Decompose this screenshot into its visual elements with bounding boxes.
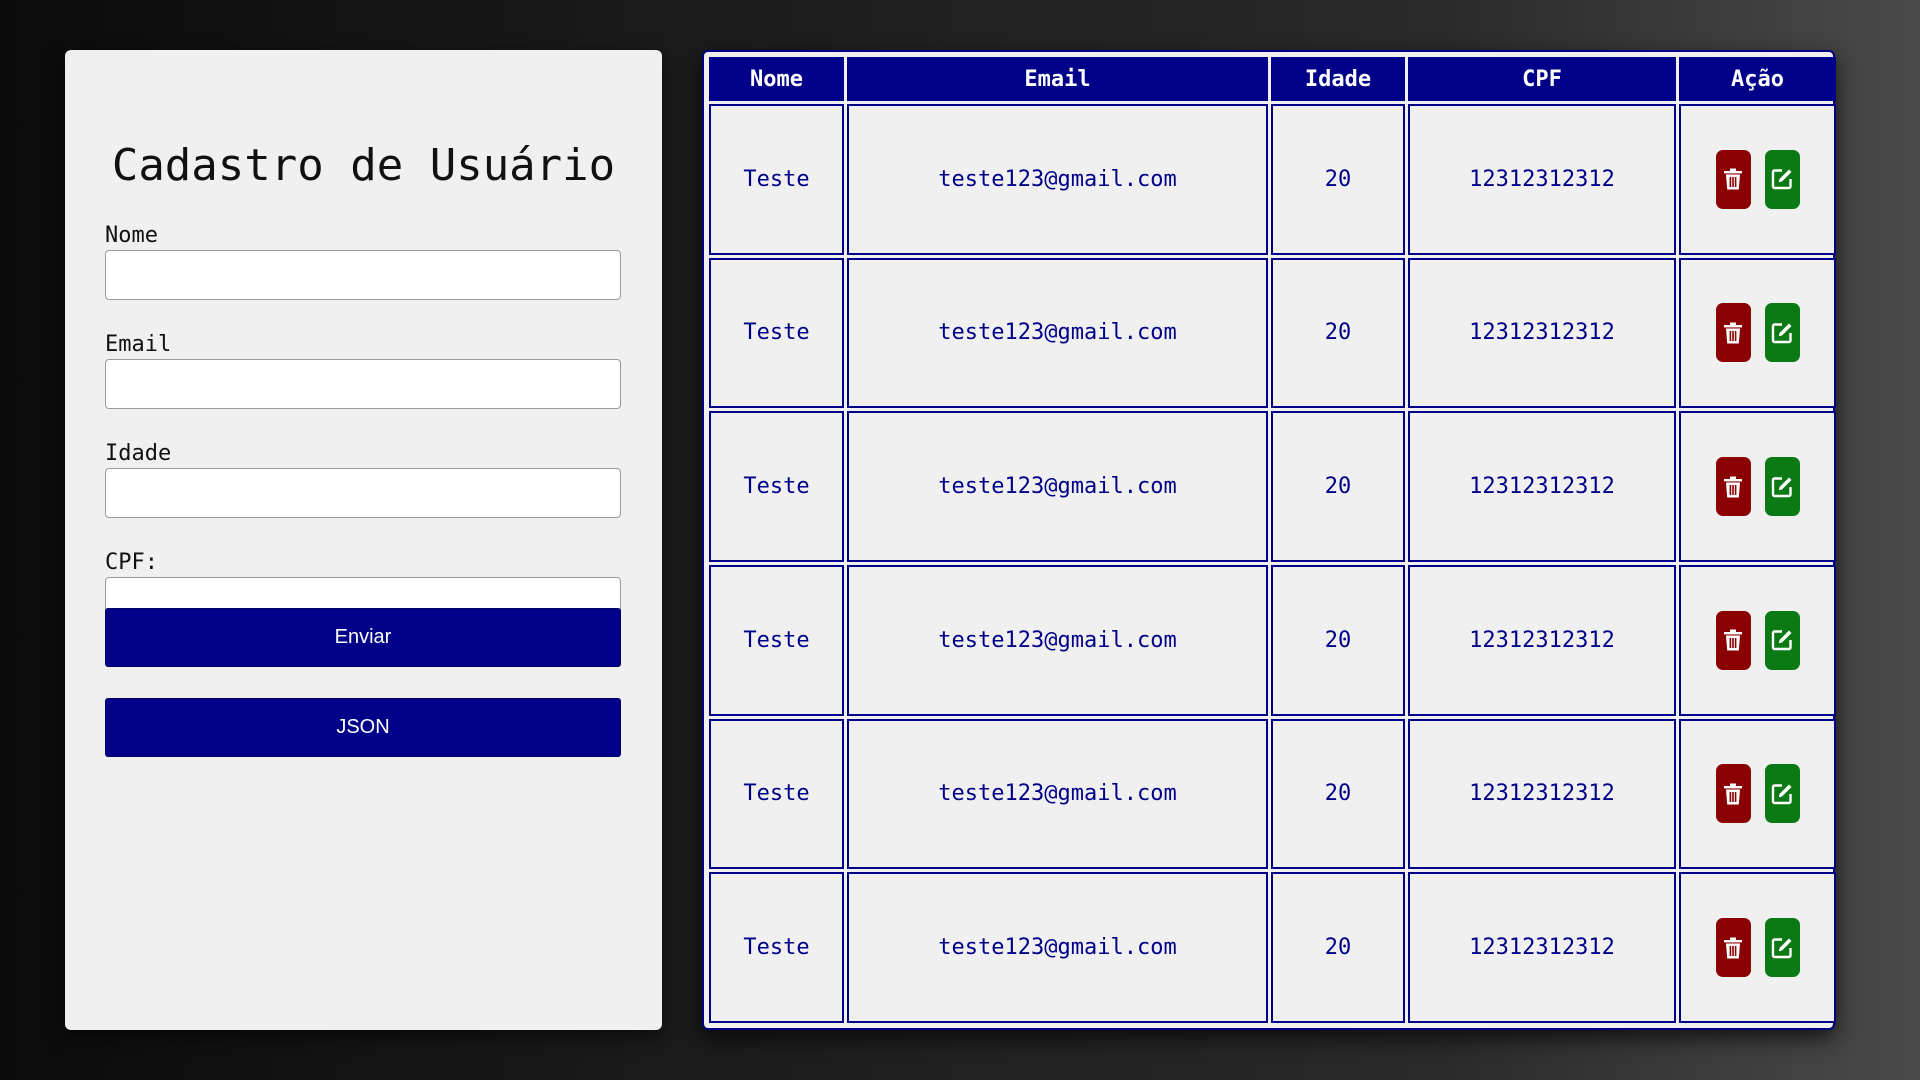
submit-button[interactable]: Enviar — [105, 608, 621, 667]
table-row: Teste teste123@gmail.com 20 12312312312 — [709, 718, 1836, 870]
header-cpf: CPF — [1408, 57, 1676, 101]
edit-button[interactable] — [1764, 764, 1800, 824]
cell-email: teste123@gmail.com — [847, 411, 1268, 562]
edit-icon — [1771, 169, 1792, 190]
email-input[interactable] — [105, 359, 621, 409]
delete-button[interactable] — [1715, 457, 1751, 517]
delete-button[interactable] — [1715, 610, 1751, 670]
table-row: Teste teste123@gmail.com 20 12312312312 — [709, 564, 1836, 716]
trash-icon — [1724, 783, 1742, 805]
edit-button[interactable] — [1764, 610, 1800, 670]
cell-nome: Teste — [709, 564, 844, 716]
edit-icon — [1771, 476, 1792, 497]
email-label: Email — [105, 332, 172, 357]
users-table: Nome Email Idade CPF Ação Teste teste123… — [706, 54, 1839, 1026]
idade-label: Idade — [105, 441, 172, 466]
edit-button[interactable] — [1764, 918, 1800, 978]
cell-actions — [1679, 718, 1836, 870]
header-acao: Ação — [1679, 57, 1836, 101]
cell-idade: 20 — [1271, 411, 1405, 562]
cell-idade: 20 — [1271, 564, 1405, 716]
trash-icon — [1724, 476, 1742, 498]
table-body: Teste teste123@gmail.com 20 12312312312 — [709, 104, 1836, 1023]
row-actions — [1681, 457, 1834, 517]
table-header-row: Nome Email Idade CPF Ação — [709, 57, 1836, 101]
edit-button[interactable] — [1764, 457, 1800, 517]
cell-cpf: 12312312312 — [1408, 257, 1676, 409]
users-table-container: Nome Email Idade CPF Ação Teste teste123… — [702, 50, 1836, 1030]
cell-actions — [1679, 411, 1836, 562]
edit-button[interactable] — [1764, 303, 1800, 363]
row-actions — [1681, 918, 1834, 978]
registration-form-panel: Cadastro de Usuário Nome Email Idade CPF… — [65, 50, 662, 1030]
delete-button[interactable] — [1715, 303, 1751, 363]
trash-icon — [1724, 168, 1742, 190]
delete-button[interactable] — [1715, 149, 1751, 209]
row-actions — [1681, 764, 1834, 824]
idade-input[interactable] — [105, 468, 621, 518]
cell-nome: Teste — [709, 411, 844, 562]
cell-email: teste123@gmail.com — [847, 718, 1268, 870]
cell-cpf: 12312312312 — [1408, 718, 1676, 870]
edit-button[interactable] — [1764, 149, 1800, 209]
json-button[interactable]: JSON — [105, 698, 621, 757]
cell-email: teste123@gmail.com — [847, 872, 1268, 1023]
cell-nome: Teste — [709, 104, 844, 255]
cell-email: teste123@gmail.com — [847, 564, 1268, 716]
cell-actions — [1679, 104, 1836, 255]
cell-idade: 20 — [1271, 257, 1405, 409]
table-row: Teste teste123@gmail.com 20 12312312312 — [709, 411, 1836, 562]
row-actions — [1681, 149, 1834, 209]
cell-nome: Teste — [709, 718, 844, 870]
edit-icon — [1771, 937, 1792, 958]
cell-actions — [1679, 872, 1836, 1023]
trash-icon — [1724, 937, 1742, 959]
nome-input[interactable] — [105, 250, 621, 300]
edit-icon — [1771, 630, 1792, 651]
cell-nome: Teste — [709, 872, 844, 1023]
header-nome: Nome — [709, 57, 844, 101]
cell-email: teste123@gmail.com — [847, 104, 1268, 255]
table-row: Teste teste123@gmail.com 20 12312312312 — [709, 257, 1836, 409]
cell-email: teste123@gmail.com — [847, 257, 1268, 409]
trash-icon — [1724, 322, 1742, 344]
cell-idade: 20 — [1271, 872, 1405, 1023]
table-row: Teste teste123@gmail.com 20 12312312312 — [709, 104, 1836, 255]
edit-icon — [1771, 784, 1792, 805]
header-email: Email — [847, 57, 1268, 101]
trash-icon — [1724, 629, 1742, 651]
row-actions — [1681, 610, 1834, 670]
cell-idade: 20 — [1271, 718, 1405, 870]
delete-button[interactable] — [1715, 918, 1751, 978]
nome-label: Nome — [105, 223, 158, 248]
edit-icon — [1771, 323, 1792, 344]
table-row: Teste teste123@gmail.com 20 12312312312 — [709, 872, 1836, 1023]
cell-nome: Teste — [709, 257, 844, 409]
cpf-label: CPF: — [105, 550, 158, 575]
cell-actions — [1679, 564, 1836, 716]
delete-button[interactable] — [1715, 764, 1751, 824]
cell-cpf: 12312312312 — [1408, 872, 1676, 1023]
cell-cpf: 12312312312 — [1408, 104, 1676, 255]
cell-actions — [1679, 257, 1836, 409]
cell-idade: 20 — [1271, 104, 1405, 255]
form-title: Cadastro de Usuário — [111, 140, 616, 191]
header-idade: Idade — [1271, 57, 1405, 101]
cell-cpf: 12312312312 — [1408, 564, 1676, 716]
row-actions — [1681, 303, 1834, 363]
cell-cpf: 12312312312 — [1408, 411, 1676, 562]
